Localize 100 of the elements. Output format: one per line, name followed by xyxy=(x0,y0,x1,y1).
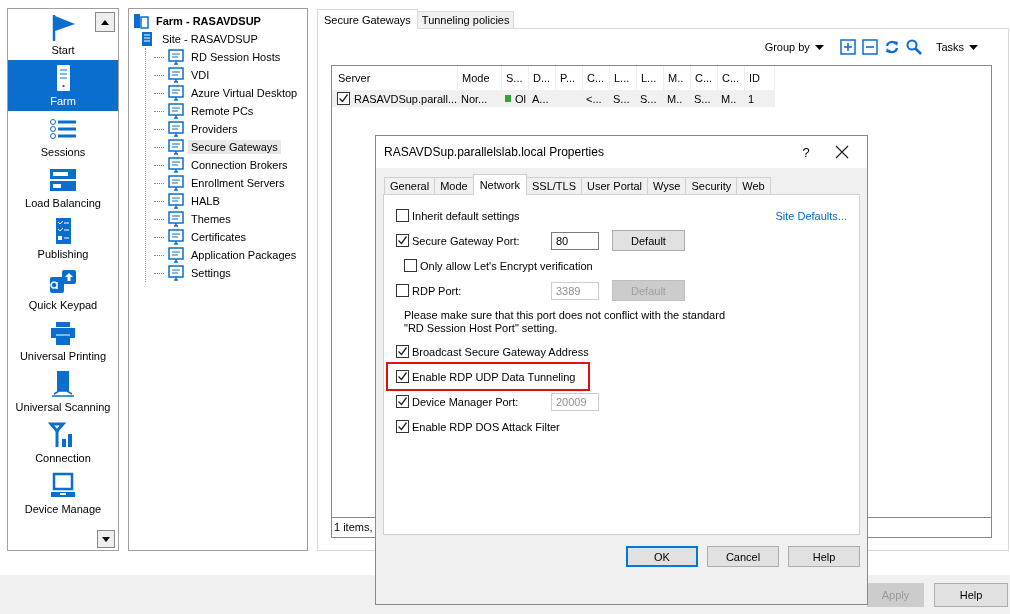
checkbox-label[interactable]: Only allow Let's Encrypt verification xyxy=(420,259,593,272)
caret-icon xyxy=(814,44,824,50)
table-cell: A... xyxy=(532,92,549,105)
nav-item[interactable]: Sessions xyxy=(8,111,118,162)
nav-item[interactable]: Start xyxy=(8,9,118,60)
monitor-icon xyxy=(168,265,184,281)
dialog-button[interactable]: OK xyxy=(626,546,698,567)
table-cell: S... xyxy=(640,92,657,105)
tree-item[interactable]: Enrollment Servers xyxy=(188,176,288,190)
checkbox-label[interactable]: Broadcast Secure Gateway Address xyxy=(412,345,589,358)
tree-item[interactable]: Settings xyxy=(188,266,234,280)
refresh-icon xyxy=(883,39,900,55)
monitor-icon xyxy=(168,103,184,119)
nav-item[interactable]: Quick Keypad xyxy=(8,264,118,315)
tab[interactable]: Web xyxy=(736,177,771,194)
help-button[interactable]: ? xyxy=(791,144,821,160)
tree-item[interactable]: Themes xyxy=(188,212,234,226)
checkbox-label[interactable]: Secure Gateway Port: xyxy=(412,234,548,247)
tab[interactable]: Secure Gateways xyxy=(317,9,418,29)
dialog-title: RASAVDSup.parallelslab.local Properties xyxy=(384,145,605,159)
tree-item[interactable]: RD Session Hosts xyxy=(188,50,284,64)
checkbox[interactable] xyxy=(396,234,409,247)
table-cell: S... xyxy=(694,92,711,105)
scroll-down-button[interactable] xyxy=(97,530,115,548)
checkbox[interactable] xyxy=(337,92,350,105)
add-icon xyxy=(839,39,856,55)
table-row[interactable]: RASAVDSup.parall... Nor... Ol A... <... S... S... M.. S... M.. 1 xyxy=(332,90,775,107)
site-defaults-link[interactable]: Site Defaults... xyxy=(775,209,847,222)
tab[interactable]: Tunneling policies xyxy=(416,11,515,28)
nav-item[interactable]: Farm xyxy=(8,60,118,111)
checkbox[interactable] xyxy=(396,420,409,433)
monitor-icon xyxy=(168,229,184,245)
checkbox-label[interactable]: Enable RDP UDP Data Tunneling xyxy=(412,370,576,383)
port-field[interactable]: 80 xyxy=(551,231,599,250)
tree-item[interactable]: Certificates xyxy=(188,230,250,244)
site-icon xyxy=(139,31,155,47)
checkbox[interactable] xyxy=(396,395,409,408)
monitor-icon xyxy=(168,211,184,227)
nav-item[interactable]: Connection xyxy=(8,417,118,468)
monitor-icon xyxy=(168,121,184,137)
nav-item[interactable]: Universal Printing xyxy=(8,315,118,366)
table-cell: 1 xyxy=(748,92,755,105)
tasks-menu[interactable]: Tasks xyxy=(935,41,978,53)
checkbox-label[interactable]: Inherit default settings xyxy=(412,209,520,222)
tree-item[interactable]: Site - RASAVDSUP xyxy=(159,32,261,46)
nav-item[interactable]: Device Manage xyxy=(8,468,118,519)
tree-item[interactable]: Application Packages xyxy=(188,248,300,262)
table-cell: RASAVDSup.parall... xyxy=(354,92,458,105)
monitor-icon xyxy=(168,49,184,65)
checkbox[interactable] xyxy=(404,259,417,272)
tree-item[interactable]: Farm - RASAVDSUP xyxy=(153,14,264,28)
keypad-icon xyxy=(48,268,78,296)
nav-item[interactable]: Universal Scanning xyxy=(8,366,118,417)
monitor-icon xyxy=(168,139,184,155)
laptop-icon xyxy=(48,472,78,500)
checkbox[interactable] xyxy=(396,209,409,222)
tree-item[interactable]: HALB xyxy=(188,194,223,208)
checkbox[interactable] xyxy=(396,345,409,358)
dialog-button[interactable]: Cancel xyxy=(707,546,779,567)
monitor-icon xyxy=(168,157,184,173)
scroll-up-button[interactable] xyxy=(95,12,115,32)
checkbox-label[interactable]: Device Manager Port: xyxy=(412,395,548,408)
default-button[interactable]: Default xyxy=(612,230,685,251)
checkbox-label[interactable]: Enable RDP DOS Attack Filter xyxy=(412,420,560,433)
table-cell: M.. xyxy=(721,92,737,105)
tree-item[interactable]: Providers xyxy=(188,122,241,136)
tree-item[interactable]: Secure Gateways xyxy=(188,140,281,154)
close-icon xyxy=(835,145,849,159)
monitor-icon xyxy=(168,67,184,83)
tree-item[interactable]: Connection Brokers xyxy=(188,158,291,172)
nav-item[interactable]: Publishing xyxy=(8,213,118,264)
remove-icon xyxy=(861,39,878,55)
tree-item[interactable]: Remote PCs xyxy=(188,104,257,118)
table-cell: M.. xyxy=(667,92,683,105)
tab[interactable]: General xyxy=(384,177,436,194)
search-icon xyxy=(905,39,922,55)
group-by-menu[interactable]: Group by xyxy=(764,41,824,53)
monitor-icon xyxy=(168,247,184,263)
tab[interactable]: Wyse xyxy=(647,177,687,194)
tree-item[interactable]: Azure Virtual Desktop xyxy=(188,86,301,100)
help-button[interactable]: Help xyxy=(934,582,1008,607)
nav-item[interactable]: Load Balancing xyxy=(8,162,118,213)
dialog-button[interactable]: Help xyxy=(788,546,860,567)
tree-item[interactable]: VDI xyxy=(188,68,213,82)
table-cell: Nor... xyxy=(461,92,488,105)
table-cell: Ol xyxy=(515,92,526,105)
tab[interactable]: Network xyxy=(472,174,527,195)
up-arrow-icon xyxy=(101,19,109,25)
down-arrow-icon xyxy=(102,536,110,542)
caret-icon xyxy=(969,44,978,50)
checkbox[interactable] xyxy=(396,370,409,383)
load-balancing-icon xyxy=(48,166,78,194)
printer-icon xyxy=(48,319,78,347)
table-cell: S... xyxy=(613,92,630,105)
tab[interactable]: Security xyxy=(685,177,738,194)
note-text: Please make sure that this port does not conflict with the standard "RD Session Host Port" setting. xyxy=(403,309,726,335)
monitor-icon xyxy=(168,85,184,101)
table-cell: <... xyxy=(586,92,602,105)
checkbox-label[interactable]: RDP Port: xyxy=(412,284,548,297)
checkbox[interactable] xyxy=(396,284,409,297)
